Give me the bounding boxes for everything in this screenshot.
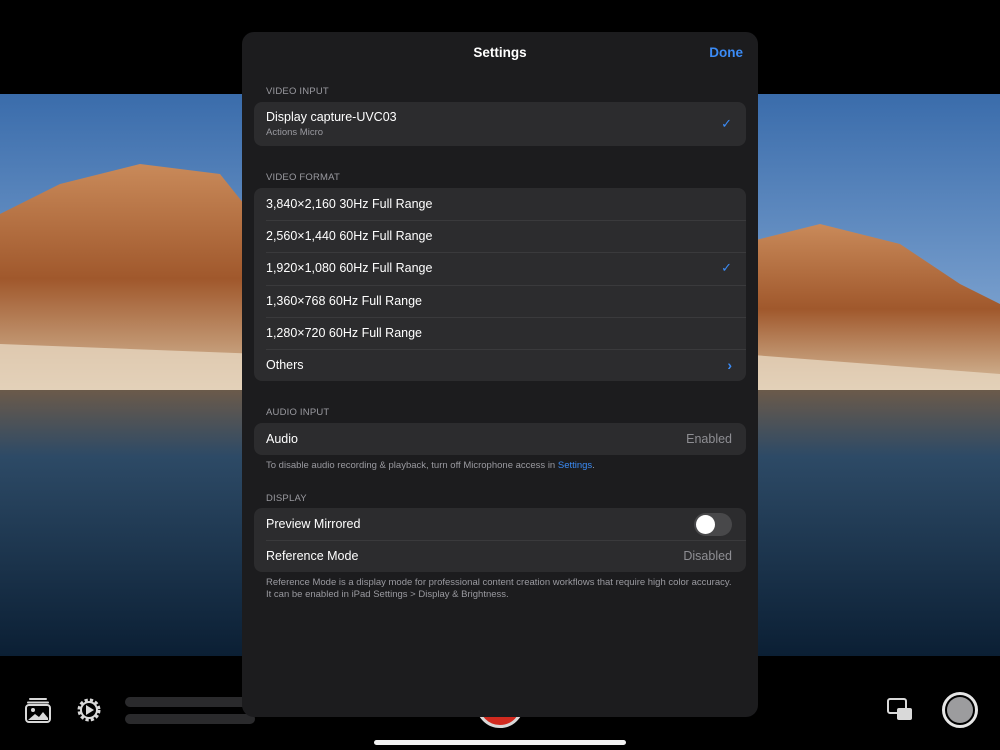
video-format-group: 3,840×2,160 30Hz Full Range 2,560×1,440 … <box>254 188 746 382</box>
reference-mode-row[interactable]: Reference Mode Disabled <box>254 540 746 572</box>
audio-input-group: Audio Enabled <box>254 423 746 456</box>
audio-footnote: To disable audio recording & playback, t… <box>266 460 736 472</box>
status-bar-placeholder <box>125 714 255 724</box>
sheet-title: Settings <box>473 45 527 60</box>
audio-label: Audio <box>266 432 298 447</box>
video-format-label: 3,840×2,160 30Hz Full Range <box>266 197 433 212</box>
reference-mode-value: Disabled <box>683 549 732 564</box>
reference-mode-label: Reference Mode <box>266 549 359 564</box>
checkmark-icon: ✓ <box>721 116 732 131</box>
settings-gear-icon[interactable] <box>74 695 104 725</box>
video-format-row[interactable]: 1,360×768 60Hz Full Range <box>254 284 746 317</box>
home-indicator[interactable] <box>374 740 626 745</box>
preview-mirrored-toggle[interactable] <box>694 512 732 536</box>
audio-row[interactable]: Audio Enabled <box>254 423 746 455</box>
shutter-button[interactable] <box>942 692 978 728</box>
video-format-row[interactable]: 3,840×2,160 30Hz Full Range <box>254 188 746 220</box>
preview-mirrored-label: Preview Mirrored <box>266 517 361 532</box>
photo-library-icon[interactable] <box>24 696 52 724</box>
audio-value: Enabled <box>686 432 732 447</box>
reference-mode-footnote: Reference Mode is a display mode for pro… <box>266 577 732 600</box>
section-header-video-input: VIDEO INPUT <box>266 86 329 97</box>
toggle-knob <box>696 514 715 534</box>
audio-footnote-text: To disable audio recording & playback, t… <box>266 460 558 471</box>
section-header-video-format: VIDEO FORMAT <box>266 172 341 183</box>
video-format-others-row[interactable]: Others › <box>254 348 746 381</box>
section-header-audio-input: AUDIO INPUT <box>266 407 330 418</box>
section-header-display: DISPLAY <box>266 493 307 504</box>
status-bar-placeholder <box>125 697 255 707</box>
display-group: Preview Mirrored Reference Mode Disabled <box>254 508 746 573</box>
settings-sheet: Settings Done VIDEO INPUT Display captur… <box>242 32 758 717</box>
done-button[interactable]: Done <box>709 45 743 60</box>
video-format-label: 2,560×1,440 60Hz Full Range <box>266 229 433 244</box>
sheet-header: Settings Done <box>242 32 758 76</box>
audio-footnote-suffix: . <box>592 460 595 471</box>
video-input-device-name: Display capture-UVC03 <box>266 110 397 124</box>
video-format-row-selected[interactable]: 1,920×1,080 60Hz Full Range ✓ <box>254 252 746 284</box>
settings-link[interactable]: Settings <box>558 460 592 471</box>
video-format-label: 1,280×720 60Hz Full Range <box>266 325 423 340</box>
video-format-others-label: Others <box>266 358 304 373</box>
video-format-label: 1,920×1,080 60Hz Full Range <box>266 261 433 276</box>
video-input-group: Display capture-UVC03 Actions Micro ✓ <box>254 102 746 146</box>
video-format-label: 1,360×768 60Hz Full Range <box>266 293 423 308</box>
video-format-row[interactable]: 1,280×720 60Hz Full Range <box>254 316 746 349</box>
picture-in-picture-icon[interactable] <box>886 697 914 723</box>
video-input-device-vendor: Actions Micro <box>266 127 324 138</box>
video-format-row[interactable]: 2,560×1,440 60Hz Full Range <box>254 220 746 252</box>
video-input-device-row[interactable]: Display capture-UVC03 Actions Micro ✓ <box>254 102 746 146</box>
preview-mirrored-row: Preview Mirrored <box>254 508 746 540</box>
chevron-right-icon: › <box>727 357 732 374</box>
checkmark-icon: ✓ <box>721 260 732 276</box>
